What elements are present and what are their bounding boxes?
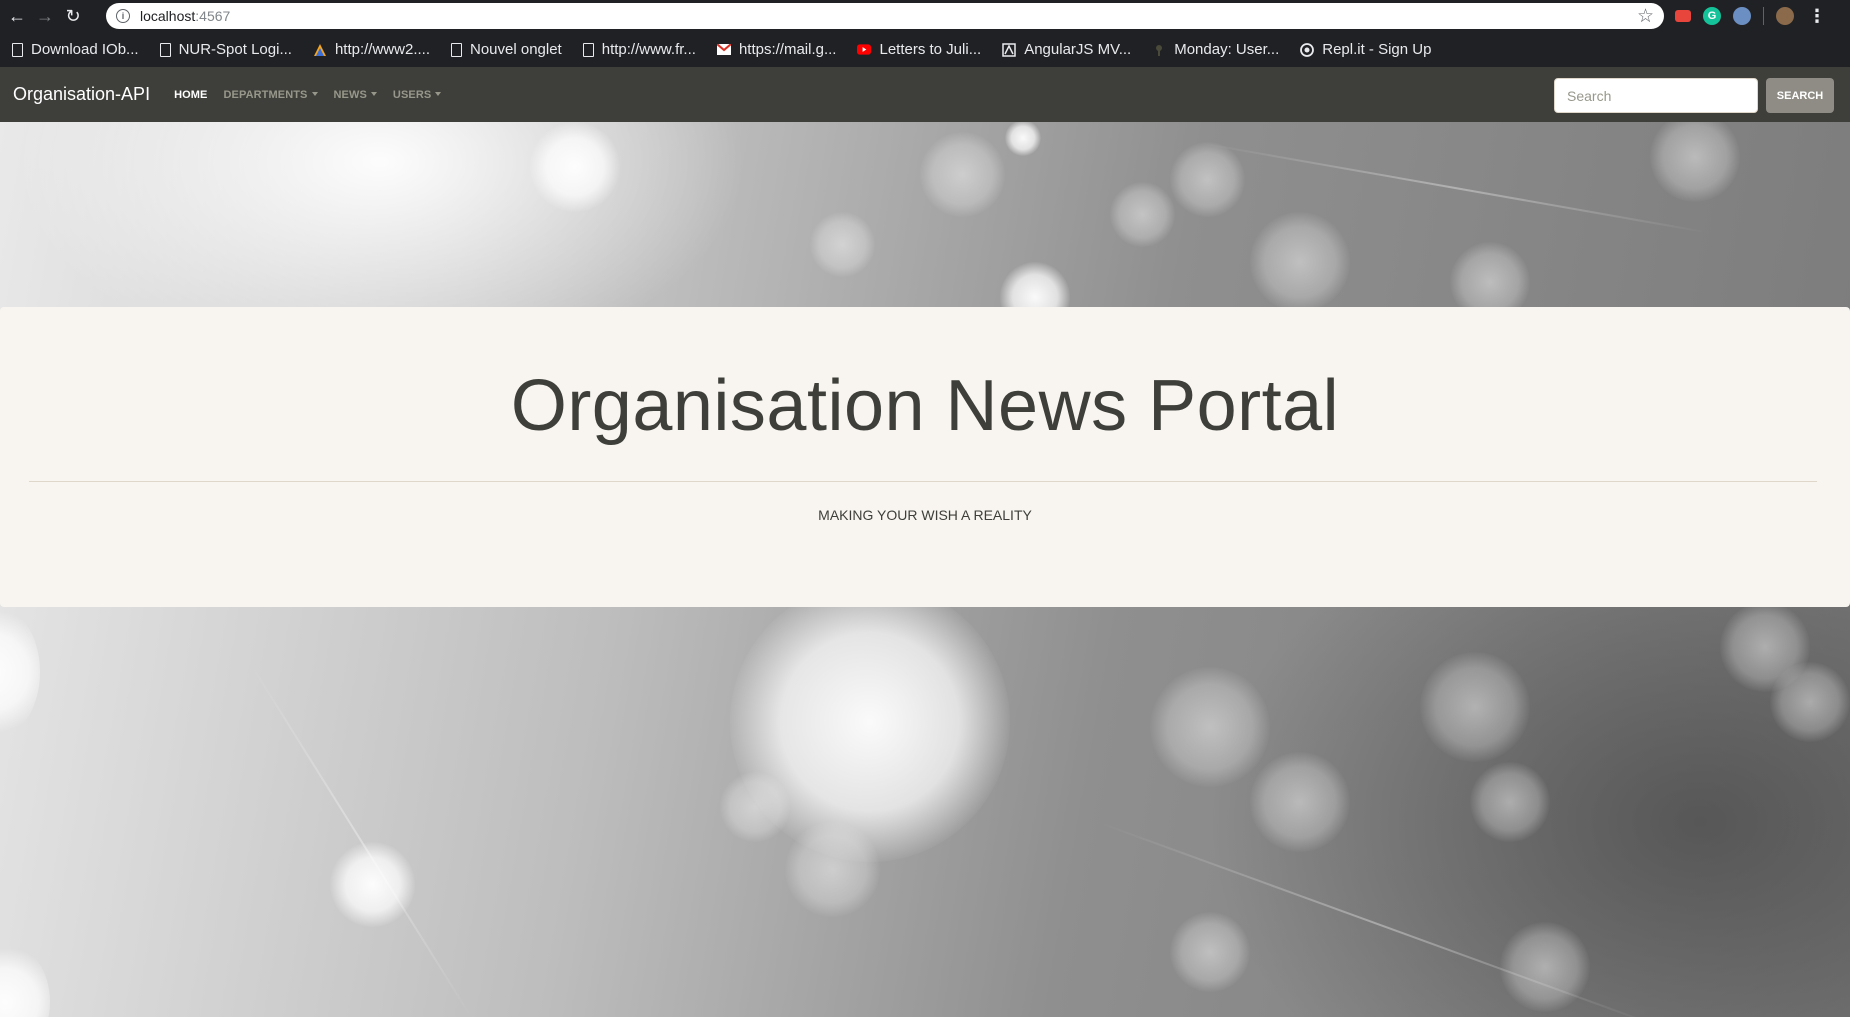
- bokeh-orb: [1470, 762, 1550, 842]
- nav-dropdown-news[interactable]: NEWS: [334, 89, 377, 101]
- page-title: Organisation News Portal: [510, 366, 1340, 446]
- bookmark-item[interactable]: Monday: User...: [1152, 41, 1279, 58]
- nav-link-label: DEPARTMENTS: [223, 88, 308, 101]
- extensions-area: G ⋮: [1675, 6, 1826, 26]
- back-arrow-icon[interactable]: ←: [6, 5, 28, 27]
- bookmark-item[interactable]: Nouvel onglet: [451, 41, 562, 58]
- bookmark-label: NUR-Spot Logi...: [178, 41, 292, 58]
- bokeh-orb: [720, 772, 790, 842]
- hero-background-image: Organisation News Portal MAKING YOUR WIS…: [0, 122, 1850, 1017]
- bokeh-orb: [0, 602, 40, 742]
- angular-icon: [1002, 42, 1016, 58]
- bookmark-item[interactable]: Repl.it - Sign Up: [1300, 41, 1431, 58]
- bookmark-item[interactable]: Download IOb...: [12, 41, 139, 58]
- page-subtitle: MAKING YOUR WISH A REALITY: [818, 507, 1032, 523]
- search-button[interactable]: SEARCH: [1766, 78, 1834, 113]
- grammarly-extension-icon[interactable]: G: [1703, 7, 1721, 25]
- bookmark-label: https://mail.g...: [738, 41, 837, 58]
- bookmarks-bar: Download IOb... NUR-Spot Logi... http://…: [0, 32, 1850, 67]
- jumbotron: Organisation News Portal MAKING YOUR WIS…: [0, 307, 1850, 607]
- bokeh-orb: [0, 942, 50, 1017]
- bookmark-item[interactable]: https://mail.g...: [716, 41, 837, 58]
- bokeh-orb: [1005, 122, 1041, 156]
- bookmark-label: http://www.fr...: [601, 41, 696, 58]
- bookmark-item[interactable]: Letters to Juli...: [857, 41, 981, 58]
- divider: [29, 481, 1817, 482]
- extension-globe-icon[interactable]: [1733, 7, 1751, 25]
- site-info-icon[interactable]: i: [116, 9, 130, 23]
- profile-avatar-icon[interactable]: [1776, 7, 1794, 25]
- bokeh-orb: [920, 132, 1005, 217]
- bokeh-orb: [1170, 912, 1250, 992]
- bokeh-orb: [810, 212, 875, 277]
- triangle-logo-icon: [313, 42, 327, 58]
- bokeh-orb: [1170, 142, 1245, 217]
- address-url[interactable]: localhost:4567: [140, 8, 230, 24]
- forward-arrow-icon[interactable]: →: [34, 5, 56, 27]
- extension-red-arrow-icon[interactable]: [1675, 10, 1691, 22]
- monday-icon: [1152, 42, 1166, 58]
- caret-down-icon: [435, 91, 442, 96]
- document-icon: [159, 42, 171, 57]
- document-icon: [451, 42, 462, 57]
- reload-icon[interactable]: ↻: [62, 5, 84, 27]
- document-icon: [12, 42, 23, 57]
- url-port: :4567: [195, 8, 231, 24]
- browser-menu-icon[interactable]: ⋮: [1808, 6, 1826, 27]
- bokeh-orb: [785, 822, 880, 917]
- site-navbar: Organisation-API HOME DEPARTMENTS NEWS U…: [0, 67, 1850, 122]
- navbar-brand[interactable]: Organisation-API: [13, 84, 150, 105]
- search-input[interactable]: [1554, 78, 1758, 113]
- url-host: localhost: [140, 8, 196, 24]
- bokeh-orb: [1650, 122, 1740, 202]
- bookmark-label: Monday: User...: [1174, 41, 1280, 58]
- bookmark-label: http://www2....: [334, 41, 430, 58]
- bokeh-orb: [1250, 212, 1350, 312]
- bokeh-orb: [1250, 752, 1350, 852]
- bookmark-label: Download IOb...: [31, 41, 139, 58]
- bookmark-item[interactable]: http://www.fr...: [582, 41, 696, 58]
- address-bar[interactable]: i localhost:4567 ☆: [106, 3, 1664, 29]
- browser-toolbar: ← → ↻ i localhost:4567 ☆ G ⋮: [0, 0, 1850, 32]
- bokeh-orb: [1150, 667, 1270, 787]
- caret-down-icon: [311, 91, 318, 96]
- bokeh-orb: [1420, 652, 1530, 762]
- nav-link-home[interactable]: HOME: [174, 89, 207, 101]
- nav-link-label: HOME: [174, 88, 208, 101]
- replit-icon: [1300, 42, 1315, 58]
- bookmark-label: Letters to Juli...: [879, 41, 982, 58]
- light-streak: [249, 662, 474, 1017]
- youtube-icon: [857, 42, 872, 58]
- bookmark-item[interactable]: AngularJS MV...: [1002, 41, 1131, 58]
- bokeh-orb: [1110, 182, 1175, 247]
- bokeh-orb: [1500, 922, 1590, 1012]
- caret-down-icon: [370, 91, 377, 96]
- bookmark-label: Nouvel onglet: [470, 41, 562, 58]
- gmail-icon: [716, 42, 731, 58]
- bokeh-orb: [1770, 662, 1850, 742]
- bokeh-orb: [530, 122, 620, 212]
- nav-link-label: NEWS: [333, 88, 367, 101]
- nav-dropdown-departments[interactable]: DEPARTMENTS: [223, 88, 318, 101]
- nav-link-label: USERS: [392, 88, 432, 101]
- bookmark-item[interactable]: NUR-Spot Logi...: [159, 41, 292, 58]
- document-icon: [582, 42, 594, 57]
- bokeh-orb: [330, 842, 415, 927]
- toolbar-divider: [1763, 7, 1764, 25]
- bookmark-label: AngularJS MV...: [1024, 41, 1132, 58]
- nav-dropdown-users[interactable]: USERS: [392, 88, 442, 101]
- bookmark-star-icon[interactable]: ☆: [1637, 5, 1654, 28]
- bookmark-label: Repl.it - Sign Up: [1322, 41, 1432, 58]
- bookmark-item[interactable]: http://www2....: [313, 41, 430, 58]
